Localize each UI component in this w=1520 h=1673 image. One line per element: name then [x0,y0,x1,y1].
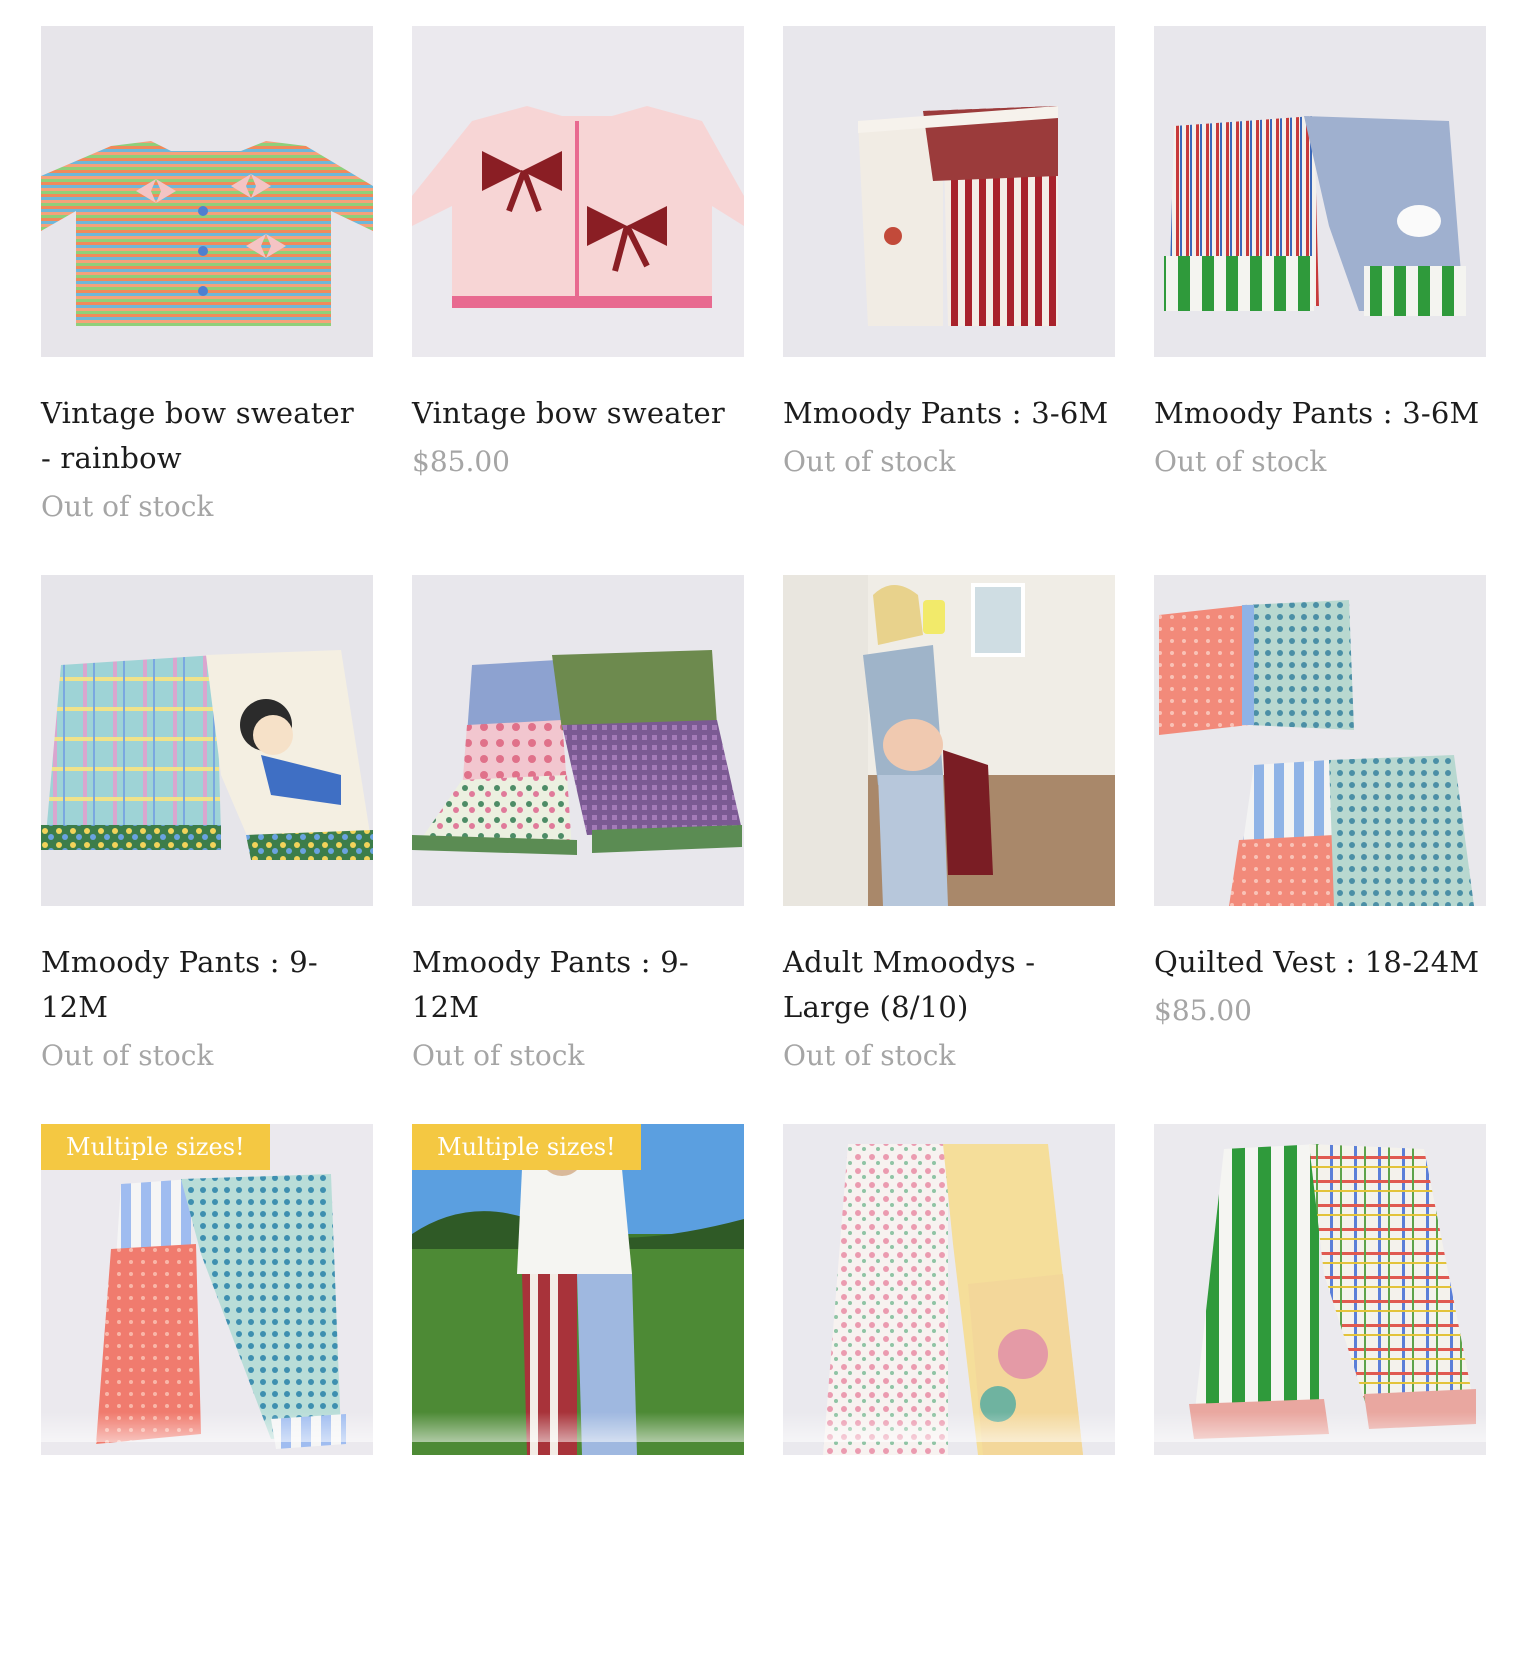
product-image[interactable] [783,575,1115,906]
product-title[interactable]: Vintage bow sweater - rainbow [41,391,373,481]
quilted-vest-image [1154,575,1486,906]
floral-yellow-pants-image [783,1124,1115,1455]
product-title[interactable]: Mmoody Pants : 9-12M [412,940,744,1030]
floral-gingham-pants-image [412,575,744,906]
product-card[interactable]: Mmoody Pants : 9-12M Out of stock [41,575,373,1124]
product-image[interactable] [412,575,744,906]
product-card[interactable]: Mmoody Pants : 3-6M Out of stock [783,26,1115,575]
product-image[interactable] [783,1124,1115,1455]
product-card[interactable]: Multiple sizes! [41,1124,373,1673]
mirror-selfie-image [783,575,1115,906]
rainbow-sweater-image [41,26,373,357]
product-image[interactable] [783,26,1115,357]
multiple-sizes-badge: Multiple sizes! [41,1124,270,1170]
product-card[interactable]: Mmoody Pants : 3-6M Out of stock [1154,26,1486,575]
product-card[interactable]: Vintage bow sweater - rainbow Out of sto… [41,26,373,575]
product-image[interactable]: Multiple sizes! [412,1124,744,1455]
product-card[interactable] [1154,1124,1486,1673]
product-title[interactable]: Mmoody Pants : 3-6M [783,391,1115,436]
product-image[interactable] [1154,26,1486,357]
patchwork-pants-red-image [783,26,1115,357]
product-price: Out of stock [783,445,956,478]
product-card[interactable] [783,1124,1115,1673]
product-image[interactable] [1154,575,1486,906]
product-image[interactable] [1154,1124,1486,1455]
product-title[interactable]: Adult Mmoodys - Large (8/10) [783,940,1115,1030]
product-title[interactable]: Mmoody Pants : 9-12M [41,940,373,1030]
product-price: Out of stock [41,1039,214,1072]
product-price: Out of stock [412,1039,585,1072]
product-card[interactable]: Adult Mmoodys - Large (8/10) Out of stoc… [783,575,1115,1124]
coral-blue-pants-image [41,1124,373,1455]
product-price: Out of stock [1154,445,1327,478]
child-outdoors-image [412,1124,744,1455]
product-title[interactable]: Mmoody Pants : 3-6M [1154,391,1486,436]
product-card[interactable]: Vintage bow sweater $85.00 [412,26,744,575]
product-card[interactable]: Multiple sizes! [412,1124,744,1673]
product-grid: Vintage bow sweater - rainbow Out of sto… [41,26,1487,1673]
pink-sweater-image [412,26,744,357]
product-image[interactable] [412,26,744,357]
multiple-sizes-badge: Multiple sizes! [412,1124,641,1170]
product-image[interactable] [41,26,373,357]
product-price: $85.00 [1154,994,1252,1027]
patchwork-pants-green-image [1154,26,1486,357]
product-title[interactable]: Quilted Vest : 18-24M [1154,940,1486,985]
product-price: Out of stock [783,1039,956,1072]
product-title[interactable]: Vintage bow sweater [412,391,744,436]
product-image[interactable]: Multiple sizes! [41,1124,373,1455]
product-price: Out of stock [41,490,214,523]
plaid-cartoon-pants-image [41,575,373,906]
product-image[interactable] [41,575,373,906]
product-card[interactable]: Mmoody Pants : 9-12M Out of stock [412,575,744,1124]
green-stripe-plaid-pants-image [1154,1124,1486,1455]
product-card[interactable]: Quilted Vest : 18-24M $85.00 [1154,575,1486,1124]
product-price: $85.00 [412,445,510,478]
